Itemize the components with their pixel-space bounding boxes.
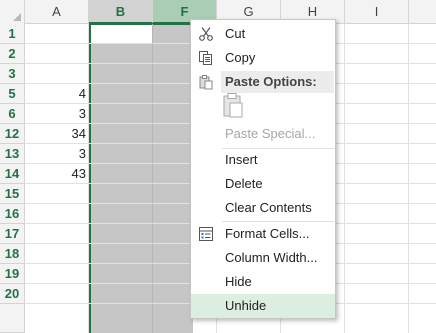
row-header[interactable]: 19 — [0, 264, 25, 284]
select-all-triangle-icon — [13, 13, 21, 21]
row-header[interactable]: 14 — [0, 164, 25, 184]
menu-item-hide[interactable]: Hide — [191, 270, 335, 294]
row-header[interactable]: 6 — [0, 104, 25, 124]
menu-item-label: Copy — [225, 50, 256, 65]
row-header[interactable]: 17 — [0, 224, 25, 244]
cell-a6[interactable]: 3 — [25, 104, 89, 124]
paste-values-icon[interactable] — [222, 92, 244, 118]
column-header-i[interactable]: I — [345, 0, 409, 24]
cell-a5[interactable]: 4 — [25, 84, 89, 104]
menu-item-paste-special[interactable]: Paste Special... — [191, 122, 335, 146]
menu-item-label: Unhide — [225, 298, 267, 313]
row-header[interactable]: 12 — [0, 124, 25, 144]
cell-a14[interactable]: 43 — [25, 164, 89, 184]
menu-item-label: Cut — [225, 26, 246, 41]
row-header[interactable]: 13 — [0, 144, 25, 164]
scissors-icon — [198, 26, 214, 42]
format-cells-icon — [198, 226, 214, 242]
copy-icon — [198, 50, 214, 66]
column-header-b[interactable]: B — [89, 0, 153, 24]
row-header[interactable]: 20 — [0, 284, 25, 304]
gridline — [152, 24, 153, 333]
menu-item-label: Paste Special... — [225, 126, 316, 141]
menu-item-label: Column Width... — [225, 250, 318, 265]
menu-item-label: Format Cells... — [225, 226, 310, 241]
select-all-corner[interactable] — [0, 0, 25, 24]
gridline — [408, 24, 409, 333]
column-header-a[interactable]: A — [25, 0, 89, 24]
row-header[interactable]: 3 — [0, 64, 25, 84]
row-header[interactable]: 15 — [0, 184, 25, 204]
context-menu: Cut Copy Paste Options: Paste Special...… — [190, 19, 336, 319]
row-header[interactable]: 5 — [0, 84, 25, 104]
row-header[interactable]: 1 — [0, 24, 25, 44]
menu-item-label: Delete — [225, 176, 263, 191]
menu-item-insert[interactable]: Insert — [191, 148, 335, 172]
menu-item-label: Clear Contents — [225, 200, 312, 215]
gridline — [344, 24, 345, 333]
menu-item-label: Hide — [225, 274, 252, 289]
menu-item-unhide[interactable]: Unhide — [191, 294, 335, 318]
spreadsheet-grid[interactable]: A B F G H I 1 2 3 5 6 12 13 14 15 16 17 … — [0, 0, 436, 333]
row-header[interactable]: 18 — [0, 244, 25, 264]
menu-item-label: Insert — [225, 152, 258, 167]
cell-a13[interactable]: 3 — [25, 144, 89, 164]
menu-item-cut[interactable]: Cut — [191, 22, 335, 46]
row-header[interactable]: 2 — [0, 44, 25, 64]
paste-icon — [198, 74, 214, 90]
selection-border — [89, 23, 193, 333]
menu-item-column-width[interactable]: Column Width... — [191, 246, 335, 270]
menu-item-delete[interactable]: Delete — [191, 172, 335, 196]
menu-item-format-cells[interactable]: Format Cells... — [191, 222, 335, 246]
paste-options-header: Paste Options: — [221, 71, 334, 93]
row-header[interactable]: 16 — [0, 204, 25, 224]
cell-a12[interactable]: 34 — [25, 124, 89, 144]
row-header-partial[interactable] — [0, 304, 25, 333]
menu-item-copy[interactable]: Copy — [191, 46, 335, 70]
menu-item-clear-contents[interactable]: Clear Contents — [191, 196, 335, 220]
